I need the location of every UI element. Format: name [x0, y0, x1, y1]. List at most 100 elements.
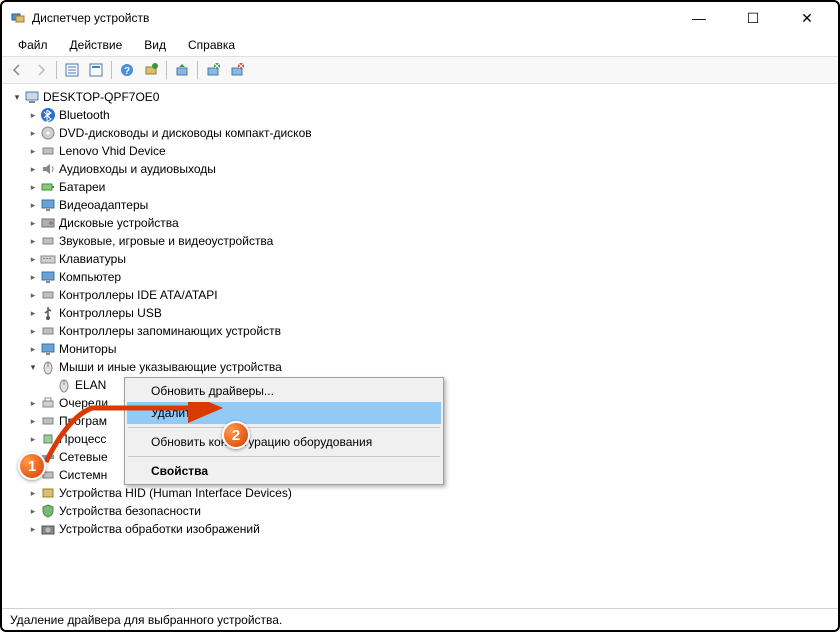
- category-label: Видеоадаптеры: [59, 196, 148, 214]
- maximize-button[interactable]: ☐: [738, 7, 768, 29]
- category-label: Устройства обработки изображений: [59, 520, 260, 538]
- category-label: Компьютер: [59, 268, 121, 286]
- expand-icon[interactable]: ▸: [26, 268, 40, 286]
- device-icon: [40, 485, 56, 501]
- expand-icon[interactable]: ▸: [26, 340, 40, 358]
- expand-icon[interactable]: ▸: [26, 214, 40, 232]
- tree-category[interactable]: ▸ DVD-дисководы и дисководы компакт-диско…: [4, 124, 836, 142]
- expand-icon[interactable]: ▸: [26, 484, 40, 502]
- device-icon: [40, 179, 56, 195]
- device-icon: [40, 341, 56, 357]
- expand-icon[interactable]: ▸: [26, 160, 40, 178]
- expand-icon[interactable]: ▸: [26, 142, 40, 160]
- device-icon: [40, 233, 56, 249]
- expand-icon[interactable]: ▸: [26, 520, 40, 538]
- tree-category[interactable]: ▸ Батареи: [4, 178, 836, 196]
- expand-icon[interactable]: ▸: [26, 322, 40, 340]
- device-icon: [40, 143, 56, 159]
- minimize-button[interactable]: —: [684, 7, 714, 29]
- tree-category[interactable]: ▸Контроллеры IDE ATA/ATAPI: [4, 286, 836, 304]
- category-label: Звуковые, игровые и видеоустройства: [59, 232, 273, 250]
- svg-text:?: ?: [124, 66, 130, 77]
- device-label: ELAN: [75, 376, 106, 394]
- titlebar: Диспетчер устройств — ☐ ✕: [2, 2, 838, 34]
- tree-category[interactable]: ▸ Контроллеры запоминающих устройств: [4, 322, 836, 340]
- expand-icon[interactable]: ▸: [26, 124, 40, 142]
- expand-icon[interactable]: ▸: [26, 106, 40, 124]
- menu-file[interactable]: Файл: [8, 36, 58, 54]
- device-icon: [40, 107, 56, 123]
- annotation-marker-2: 2: [222, 421, 250, 449]
- category-label: Батареи: [59, 178, 105, 196]
- menubar: Файл Действие Вид Справка: [2, 34, 838, 56]
- ctx-update-drivers[interactable]: Обновить драйверы...: [127, 380, 441, 402]
- tree-category[interactable]: ▸Bluetooth: [4, 106, 836, 124]
- device-icon: [40, 215, 56, 231]
- app-icon: [10, 10, 26, 26]
- expand-icon[interactable]: ▾: [26, 358, 40, 376]
- tree-root[interactable]: ▾ DESKTOP-QPF7OE0: [4, 88, 836, 106]
- expand-icon[interactable]: ▾: [10, 88, 24, 106]
- toolbar-remove-button[interactable]: [226, 59, 248, 81]
- toolbar-update-driver-button[interactable]: [171, 59, 193, 81]
- category-label: Lenovo Vhid Device: [59, 142, 166, 160]
- expand-icon[interactable]: ▸: [26, 304, 40, 322]
- device-icon: [40, 161, 56, 177]
- device-icon: [40, 305, 56, 321]
- computer-icon: [24, 89, 40, 105]
- tree-category[interactable]: ▸ Устройства безопасности: [4, 502, 836, 520]
- toolbar-forward-button[interactable]: [30, 59, 52, 81]
- device-icon: [40, 521, 56, 537]
- category-label: Дисковые устройства: [59, 214, 179, 232]
- expand-icon[interactable]: ▸: [26, 502, 40, 520]
- category-label: Мониторы: [59, 340, 116, 358]
- toolbar-properties-button[interactable]: [85, 59, 107, 81]
- expand-icon[interactable]: ▸: [26, 178, 40, 196]
- tree-category[interactable]: ▸ Lenovo Vhid Device: [4, 142, 836, 160]
- expand-icon[interactable]: ▸: [26, 196, 40, 214]
- device-icon: [40, 323, 56, 339]
- root-label: DESKTOP-QPF7OE0: [43, 88, 159, 106]
- expand-icon[interactable]: ▸: [26, 250, 40, 268]
- toolbar-separator: [111, 61, 112, 79]
- tree-category[interactable]: ▸ Звуковые, игровые и видеоустройства: [4, 232, 836, 250]
- close-button[interactable]: ✕: [792, 7, 822, 29]
- menu-action[interactable]: Действие: [60, 36, 133, 54]
- menu-help[interactable]: Справка: [178, 36, 245, 54]
- statusbar: Удаление драйвера для выбранного устройс…: [2, 608, 838, 630]
- toolbar-help-button[interactable]: ?: [116, 59, 138, 81]
- annotation-arrow: [38, 402, 228, 472]
- menu-view[interactable]: Вид: [134, 36, 176, 54]
- tree-category[interactable]: ▸ Дисковые устройства: [4, 214, 836, 232]
- device-icon: [40, 503, 56, 519]
- toolbar-separator: [197, 61, 198, 79]
- tree-category[interactable]: ▸ Клавиатуры: [4, 250, 836, 268]
- category-label: Контроллеры запоминающих устройств: [59, 322, 281, 340]
- device-icon: [40, 269, 56, 285]
- category-label: Аудиовходы и аудиовыходы: [59, 160, 216, 178]
- tree-category[interactable]: ▸ Аудиовходы и аудиовыходы: [4, 160, 836, 178]
- expand-icon[interactable]: ▸: [26, 286, 40, 304]
- tree-category[interactable]: ▸ Видеоадаптеры: [4, 196, 836, 214]
- category-label: Устройства безопасности: [59, 502, 201, 520]
- device-icon: [40, 125, 56, 141]
- category-label: Клавиатуры: [59, 250, 126, 268]
- toolbar-separator: [56, 61, 57, 79]
- toolbar-uninstall-button[interactable]: [202, 59, 224, 81]
- toolbar: ?: [2, 56, 838, 84]
- toolbar-back-button[interactable]: [6, 59, 28, 81]
- mouse-icon: [56, 377, 72, 393]
- device-icon: [40, 197, 56, 213]
- tree-category[interactable]: ▸ Устройства обработки изображений: [4, 520, 836, 538]
- tree-category[interactable]: ▸Устройства HID (Human Interface Devices…: [4, 484, 836, 502]
- category-label: DVD-дисководы и дисководы компакт-дисков: [59, 124, 312, 142]
- expand-icon[interactable]: ▸: [26, 232, 40, 250]
- tree-category[interactable]: ▸ Мониторы: [4, 340, 836, 358]
- device-tree[interactable]: ▾ DESKTOP-QPF7OE0 ▸Bluetooth▸DVD-дисково…: [2, 84, 838, 604]
- tree-category[interactable]: ▸ Компьютер: [4, 268, 836, 286]
- tree-category[interactable]: ▸Контроллеры USB: [4, 304, 836, 322]
- toolbar-separator: [166, 61, 167, 79]
- tree-category-mice[interactable]: ▾ Мыши и иные указывающие устройства: [4, 358, 836, 376]
- toolbar-details-button[interactable]: [61, 59, 83, 81]
- toolbar-scan-button[interactable]: [140, 59, 162, 81]
